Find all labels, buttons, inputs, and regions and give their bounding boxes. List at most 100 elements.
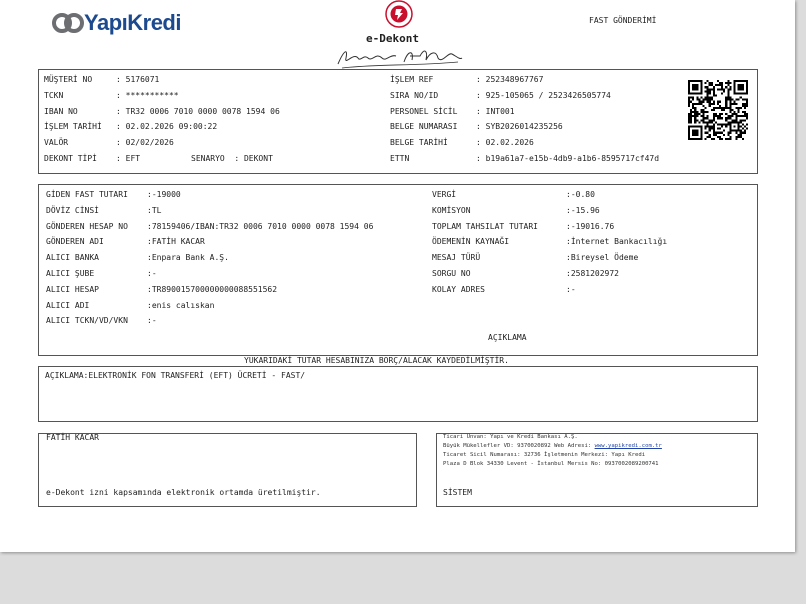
field-separator: : [116,154,126,163]
aciklama-heading: AÇIKLAMA [488,333,527,342]
field-value: TL [151,205,162,215]
yapikredi-emblem-icon [52,13,84,33]
field-separator: : [116,75,126,84]
field-row: MÜŞTERİ NO: 5176071 [44,75,159,85]
dekont-page: YapıKredi e-Dekont FAST GÖNDERİMİ MÜŞTER… [0,0,795,552]
field-value: 5176071 [125,75,160,84]
company-info: Ticari Unvan: Yapı ve Kredi Bankası A.Ş.… [443,433,662,469]
field-value: EFT [125,154,141,163]
field-value: -15.96 [570,205,600,215]
field-row: SORGU NO:2581202972 [432,269,619,279]
field-value: 252348967767 [485,75,544,84]
company-line-1: Ticari Unvan: Yapı ve Kredi Bankası A.Ş. [443,434,578,440]
senaryo-value: DEKONT [243,154,273,163]
field-row: GÖNDEREN HESAP NO:78159406/IBAN:TR32 000… [46,222,373,232]
description-text: AÇIKLAMA:ELEKTRONİK FON TRANSFERİ (EFT) … [45,371,306,380]
field-row: KOLAY ADRES:- [432,285,576,295]
brand-name: YapıKredi [84,10,181,35]
senaryo-field: SENARYO : DEKONT [191,154,273,163]
field-row: GÖNDEREN ADI:FATİH KACAR [46,237,205,247]
field-value: 02/02/2026 [125,138,174,148]
field-label: ALICI ŞUBE [46,269,95,278]
field-value: 2581202972 [570,269,619,278]
field-row: İŞLEM TARİHİ: 02.02.2026 09:00:22 [44,122,217,132]
field-value: 78159406/IBAN:TR32 0006 7010 0000 0078 1… [151,221,374,231]
company-line-3: Ticaret Sicil Numarası: 32736 İşletmenin… [443,452,646,458]
field-row: ALICI HESAP:TR890015700000000088551562 [46,285,277,295]
field-value: -0.80 [570,190,595,199]
field-value: İnternet Bankacılığı [570,237,668,247]
signature-icon [337,50,463,69]
electronic-note: e-Dekont izni kapsamında elektronik orta… [46,488,321,497]
field-row: DEKONT TİPİ: EFT [44,154,140,164]
system-label: SİSTEM [443,488,472,497]
field-label: KOLAY ADRES [432,284,485,294]
field-value: -19000 [151,190,181,199]
field-label: SIRA NO/ID [390,90,439,100]
customer-name: FATİH KACAR [46,433,99,442]
field-value: TR890015700000000088551562 [151,284,278,294]
field-row: ALICI ADI:enis calıskan [46,301,214,311]
field-label: SORGU NO [432,269,471,278]
field-value: SYB2026014235256 [485,122,563,132]
field-label: BELGE NUMARASI [390,122,458,132]
field-value: enis calıskan [151,300,215,310]
field-separator: : [116,106,126,116]
field-row: VALÖR: 02/02/2026 [44,138,174,148]
website-link[interactable]: www.yapikredi.com.tr [595,443,662,449]
field-value: - [151,316,157,326]
field-value: 02.02.2026 09:00:22 [125,122,218,132]
field-label: TCKN [44,90,64,100]
senaryo-label: SENARYO [191,154,225,163]
field-label: İŞLEM REF [390,75,434,84]
field-row: BELGE NUMARASI: SYB2026014235256 [390,122,563,132]
field-row: IBAN NO: TR32 0006 7010 0000 0078 1594 0… [44,107,280,117]
field-value: TR32 0006 7010 0000 0078 1594 06 [125,106,280,116]
bank-stamp-icon [385,0,413,28]
field-label: VALÖR [44,138,69,148]
field-label: VERGİ [432,190,457,199]
field-value: 02.02.2026 [485,138,534,148]
field-value: *********** [125,90,179,100]
field-row: VERGİ:-0.80 [432,190,595,200]
field-separator: : [476,90,486,100]
field-label: ALICI HESAP [46,284,99,294]
field-label: DEKONT TİPİ [44,154,97,163]
field-label: MESAJ TÜRÜ [432,253,481,263]
field-value: - [570,284,576,294]
company-tax-info: Büyük Mükellefler VD: 9370020892 Web Adr… [443,443,595,449]
field-label: ALICI BANKA [46,253,99,263]
field-separator: : [116,122,126,132]
field-label: ÖDEMENİN KAYNAĞI [432,237,510,247]
field-label: MÜŞTERİ NO [44,75,93,84]
field-label: TOPLAM TAHSILAT TUTARI [432,221,538,231]
field-row: ALICI TCKN/VD/VKN:- [46,316,157,326]
field-row: KOMİSYON:-15.96 [432,206,600,216]
field-value: b19a61a7-e15b-4db9-a1b6-8595717cf47d [485,154,660,163]
field-separator: : [116,90,126,100]
field-separator: : [476,122,486,132]
field-row: BELGE TARİHİ: 02.02.2026 [390,138,534,148]
field-row: İŞLEM REF: 252348967767 [390,75,543,85]
field-label: GÖNDEREN ADI [46,237,104,247]
field-value: 925-105065 / 2523426505774 [485,90,611,100]
company-line-2: Büyük Mükellefler VD: 9370020892 Web Adr… [443,442,662,451]
field-row: MESAJ TÜRÜ:Bireysel Ödeme [432,253,638,263]
field-value: Enpara Bank A.Ş. [151,253,229,263]
field-row: PERSONEL SİCİL: INT001 [390,107,515,117]
field-row: SIRA NO/ID: 925-105065 / 2523426505774 [390,91,611,101]
field-value: FATİH KACAR [151,237,205,247]
field-label: DÖVİZ CİNSİ [46,205,99,215]
field-label: ALICI ADI [46,300,90,310]
field-label: İŞLEM TARİHİ [44,122,102,132]
qr-code-icon [688,80,748,140]
field-separator: : [476,106,486,116]
field-row: TOPLAM TAHSILAT TUTARI:-19016.76 [432,222,614,232]
field-separator: : [116,138,126,148]
field-row: ALICI BANKA:Enpara Bank A.Ş. [46,253,229,263]
field-value: Bireysel Ödeme [570,253,639,263]
field-row: TCKN: *********** [44,91,179,101]
yapikredi-logo: YapıKredi [52,10,192,36]
field-separator: : [476,138,486,148]
field-row: DÖVİZ CİNSİ:TL [46,206,161,216]
